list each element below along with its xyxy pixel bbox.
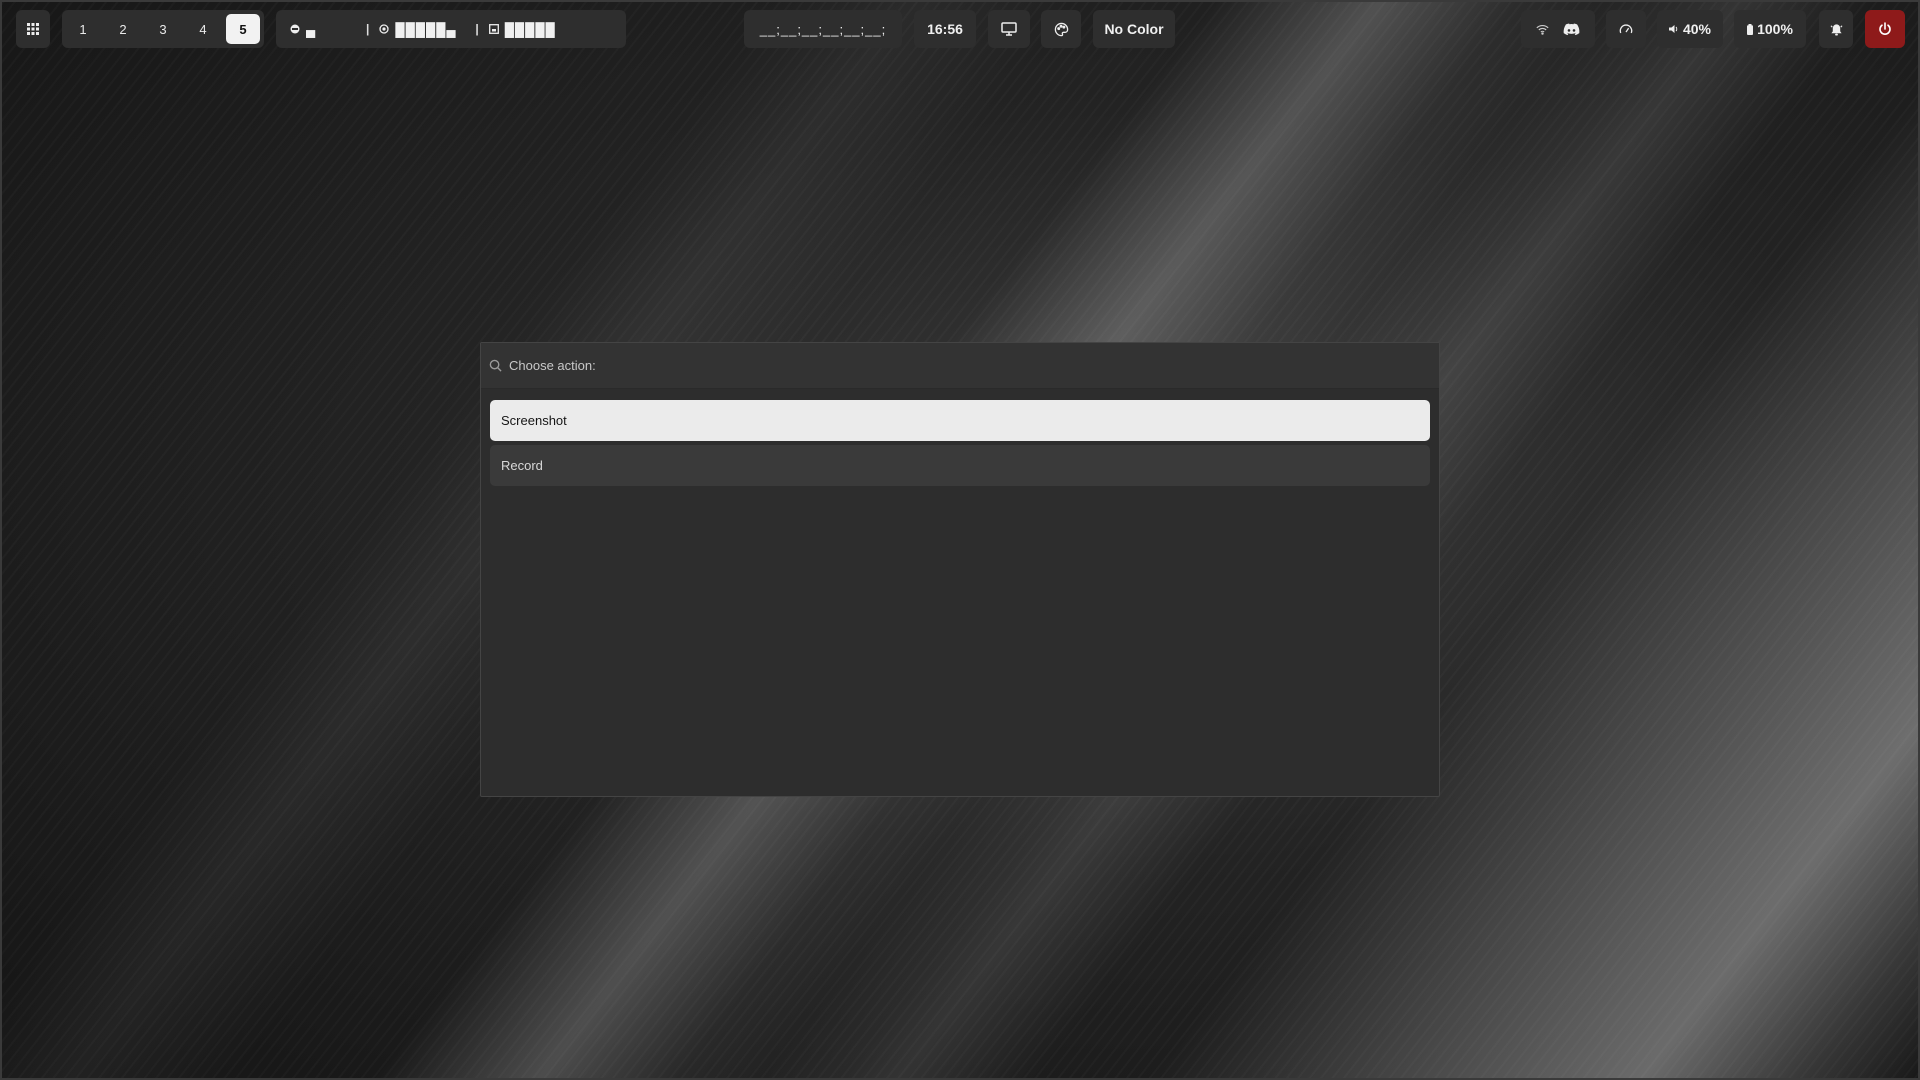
- workspace-2[interactable]: 2: [106, 14, 140, 44]
- bell-icon: [1830, 23, 1843, 36]
- volume-level: 40%: [1682, 21, 1712, 37]
- monitor-icon: [1001, 22, 1017, 36]
- discord-icon[interactable]: [1563, 22, 1580, 36]
- search-bar: [481, 343, 1439, 389]
- separator: |: [366, 22, 370, 36]
- workspace-5[interactable]: 5: [226, 14, 260, 44]
- palette-icon: [1054, 22, 1069, 37]
- speaker-icon: [1668, 24, 1679, 34]
- grid-icon: [27, 23, 39, 35]
- memory-usage-bar: █████▄: [395, 21, 457, 37]
- action-search-input[interactable]: [509, 358, 1309, 373]
- action-list: Screenshot Record: [481, 389, 1439, 501]
- option-screenshot[interactable]: Screenshot: [490, 400, 1430, 441]
- volume-control[interactable]: 40%: [1657, 10, 1723, 48]
- workspace-1[interactable]: 1: [66, 14, 100, 44]
- color-picker-button[interactable]: [1041, 10, 1081, 48]
- cpu-usage-bar: ▄: [306, 21, 317, 37]
- separator: |: [475, 22, 479, 36]
- power-button[interactable]: [1865, 10, 1905, 48]
- notifications-button[interactable]: [1819, 10, 1853, 48]
- color-value-label[interactable]: No Color: [1093, 10, 1175, 48]
- workspace-3[interactable]: 3: [146, 14, 180, 44]
- clock[interactable]: 16:56: [914, 10, 976, 48]
- workspace-4[interactable]: 4: [186, 14, 220, 44]
- app-launcher-button[interactable]: [16, 10, 50, 48]
- top-bar: 1 2 3 4 5 ▄ | █████▄ | █████ __;__;__;__…: [0, 10, 1920, 48]
- wifi-icon[interactable]: [1536, 24, 1549, 35]
- disk-icon: [488, 24, 499, 34]
- battery-icon: [1747, 23, 1754, 35]
- speedometer-icon: [1619, 23, 1633, 35]
- power-icon: [1878, 22, 1892, 36]
- battery-indicator[interactable]: 100%: [1734, 10, 1806, 48]
- action-chooser-dialog: Screenshot Record: [480, 342, 1440, 797]
- memory-icon: [379, 24, 390, 34]
- workspace-switcher: 1 2 3 4 5: [62, 10, 264, 48]
- network-tray[interactable]: [1521, 10, 1595, 48]
- option-record[interactable]: Record: [490, 445, 1430, 486]
- system-monitor[interactable]: ▄ | █████▄ | █████: [276, 10, 626, 48]
- media-player[interactable]: __;__;__;__;__;__;: [744, 10, 902, 48]
- display-settings-button[interactable]: [988, 10, 1030, 48]
- disk-usage-bar: █████: [504, 21, 556, 37]
- search-icon: [489, 359, 502, 372]
- battery-level: 100%: [1757, 21, 1793, 37]
- performance-button[interactable]: [1606, 10, 1646, 48]
- cpu-icon: [290, 24, 300, 34]
